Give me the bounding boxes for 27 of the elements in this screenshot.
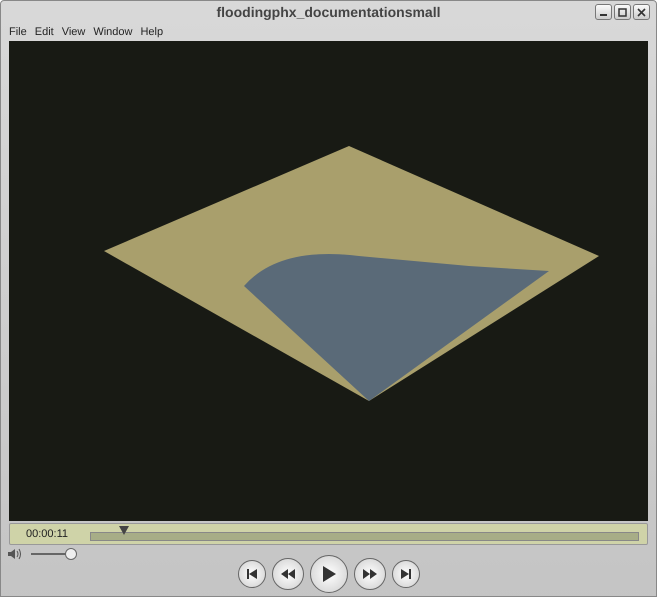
rewind-button[interactable]: [272, 558, 304, 590]
window-title: floodingphx_documentationsmall: [216, 2, 440, 22]
maximize-button[interactable]: [614, 4, 631, 20]
minimize-icon: [600, 14, 607, 16]
close-icon: [637, 8, 646, 16]
skip-forward-button[interactable]: [392, 560, 420, 588]
time-display: 00:00:11: [26, 526, 68, 542]
volume-thumb[interactable]: [65, 548, 77, 560]
playhead[interactable]: [119, 526, 130, 535]
minimize-button[interactable]: [595, 4, 612, 20]
timeline-track[interactable]: [90, 526, 639, 542]
maximize-icon: [618, 8, 627, 16]
skip-forward-icon: [400, 568, 412, 580]
rewind-icon: [280, 568, 296, 580]
speaker-icon[interactable]: [7, 548, 21, 560]
fast-forward-button[interactable]: [354, 558, 386, 590]
menu-item[interactable]: View: [58, 24, 90, 40]
menu-item[interactable]: Help: [136, 24, 168, 40]
play-button[interactable]: [310, 554, 348, 592]
fast-forward-icon: [362, 568, 378, 580]
skip-back-icon: [246, 568, 258, 580]
skip-back-button[interactable]: [238, 560, 266, 588]
menu-item[interactable]: File: [5, 24, 31, 40]
play-icon: [320, 564, 336, 582]
menu-item[interactable]: Edit: [30, 24, 58, 40]
menu-item[interactable]: Window: [89, 24, 136, 40]
close-button[interactable]: [633, 4, 650, 20]
